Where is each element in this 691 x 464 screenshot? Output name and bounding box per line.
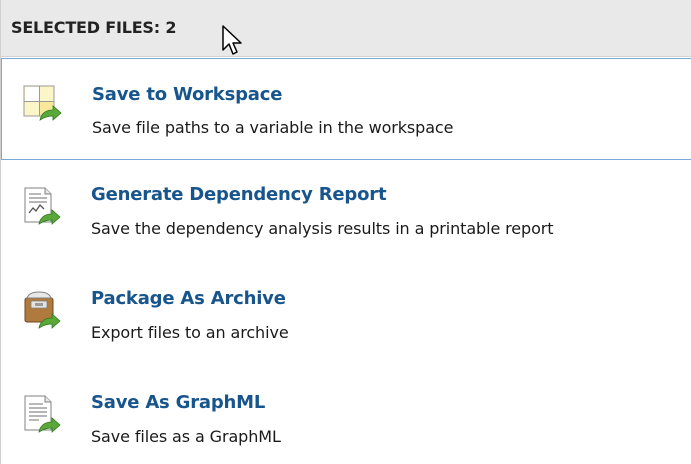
mouse-pointer-icon (222, 25, 242, 55)
save-as-graphml-description: Save files as a GraphML (91, 427, 281, 446)
report-icon (24, 187, 61, 225)
save-as-graphml-item[interactable]: Save As GraphML Save files as a GraphML (1, 380, 691, 464)
selected-files-label: SELECTED FILES: 2 (11, 18, 177, 37)
package-as-archive-description: Export files to an archive (91, 323, 289, 342)
workspace-save-icon (23, 85, 62, 121)
save-to-workspace-item[interactable]: Save to Workspace Save file paths to a v… (1, 58, 691, 160)
generate-dependency-report-item[interactable]: Generate Dependency Report Save the depe… (1, 172, 691, 264)
save-to-workspace-description: Save file paths to a variable in the wor… (92, 118, 454, 137)
save-as-graphml-title: Save As GraphML (91, 392, 266, 413)
package-as-archive-item[interactable]: Package As Archive Export files to an ar… (1, 276, 691, 368)
generate-dependency-report-description: Save the dependency analysis results in … (91, 219, 554, 238)
archive-icon (24, 291, 61, 329)
selected-files-header: SELECTED FILES: 2 (1, 0, 691, 57)
package-as-archive-title: Package As Archive (91, 288, 286, 309)
export-menu-panel: SELECTED FILES: 2 Save to Workspace Save… (0, 0, 691, 464)
generate-dependency-report-title: Generate Dependency Report (91, 184, 387, 205)
save-to-workspace-title: Save to Workspace (92, 84, 283, 105)
graphml-file-icon (24, 395, 61, 433)
